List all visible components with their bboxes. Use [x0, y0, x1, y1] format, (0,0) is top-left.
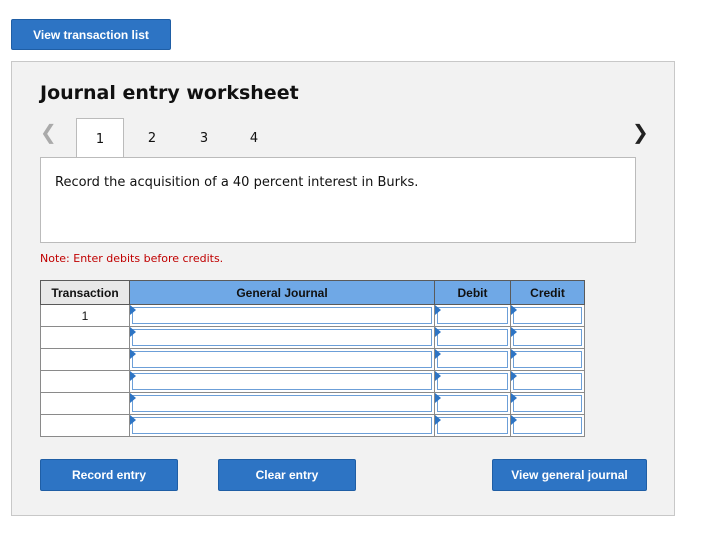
general-journal-input[interactable] [132, 395, 432, 412]
debit-input[interactable] [437, 329, 508, 346]
dropdown-marker-icon [511, 371, 517, 381]
debit-input[interactable] [437, 351, 508, 368]
entry-note: Note: Enter debits before credits. [40, 252, 224, 265]
table-row [40, 348, 585, 371]
credit-input[interactable] [513, 351, 582, 368]
general-journal-input-cell [129, 326, 435, 349]
general-journal-input-cell [129, 348, 435, 371]
prompt-text: Record the acquisition of a 40 percent i… [55, 175, 419, 190]
tab-4[interactable]: 4 [230, 118, 278, 158]
dropdown-marker-icon [130, 393, 136, 403]
dropdown-marker-icon [435, 415, 441, 425]
chevron-right-icon[interactable]: ❯ [632, 120, 649, 145]
view-general-journal-button[interactable]: View general journal [492, 459, 647, 491]
debit-input-cell [434, 392, 511, 415]
credit-input[interactable] [513, 373, 582, 390]
journal-table: Transaction General Journal Debit Credit… [40, 280, 585, 437]
tab-3[interactable]: 3 [180, 118, 228, 158]
transaction-cell [40, 326, 130, 349]
credit-input-cell [510, 392, 585, 415]
debit-input-cell [434, 348, 511, 371]
table-row [40, 414, 585, 437]
credit-input-cell [510, 370, 585, 393]
credit-input[interactable] [513, 307, 582, 324]
tab-1[interactable]: 1 [76, 118, 124, 159]
table-row [40, 326, 585, 349]
dropdown-marker-icon [130, 415, 136, 425]
credit-input[interactable] [513, 329, 582, 346]
dropdown-marker-icon [511, 349, 517, 359]
credit-input[interactable] [513, 417, 582, 434]
prompt-box: Record the acquisition of a 40 percent i… [40, 157, 636, 243]
worksheet-title: Journal entry worksheet [40, 82, 299, 104]
general-journal-input[interactable] [132, 307, 432, 324]
dropdown-marker-icon [511, 327, 517, 337]
dropdown-marker-icon [435, 393, 441, 403]
column-header-credit: Credit [510, 280, 585, 305]
debit-input[interactable] [437, 373, 508, 390]
credit-input-cell [510, 414, 585, 437]
dropdown-marker-icon [435, 327, 441, 337]
general-journal-input[interactable] [132, 373, 432, 390]
dropdown-marker-icon [130, 371, 136, 381]
chevron-left-icon[interactable]: ❮ [40, 120, 57, 145]
debit-input[interactable] [437, 307, 508, 324]
clear-entry-button[interactable]: Clear entry [218, 459, 356, 491]
general-journal-input-cell [129, 370, 435, 393]
debit-input-cell [434, 414, 511, 437]
general-journal-input[interactable] [132, 417, 432, 434]
credit-input-cell [510, 304, 585, 327]
debit-input[interactable] [437, 417, 508, 434]
dropdown-marker-icon [130, 349, 136, 359]
dropdown-marker-icon [511, 415, 517, 425]
table-row: 1 [40, 304, 585, 327]
dropdown-marker-icon [130, 327, 136, 337]
column-header-debit: Debit [434, 280, 511, 305]
column-header-transaction: Transaction [40, 280, 130, 305]
debit-input[interactable] [437, 395, 508, 412]
dropdown-marker-icon [130, 305, 136, 315]
transaction-cell [40, 414, 130, 437]
transaction-cell [40, 392, 130, 415]
table-row [40, 392, 585, 415]
view-transaction-list-button[interactable]: View transaction list [11, 19, 171, 50]
dropdown-marker-icon [511, 305, 517, 315]
tab-2[interactable]: 2 [128, 118, 176, 158]
credit-input-cell [510, 326, 585, 349]
transaction-number: 1 [81, 309, 89, 323]
table-row [40, 370, 585, 393]
record-entry-button[interactable]: Record entry [40, 459, 178, 491]
debit-input-cell [434, 326, 511, 349]
column-header-general-journal: General Journal [129, 280, 435, 305]
transaction-cell [40, 348, 130, 371]
credit-input[interactable] [513, 395, 582, 412]
credit-input-cell [510, 348, 585, 371]
debit-input-cell [434, 304, 511, 327]
transaction-cell [40, 370, 130, 393]
debit-input-cell [434, 370, 511, 393]
general-journal-input[interactable] [132, 351, 432, 368]
dropdown-marker-icon [435, 349, 441, 359]
transaction-cell: 1 [40, 304, 130, 327]
dropdown-marker-icon [435, 371, 441, 381]
general-journal-input-cell [129, 392, 435, 415]
dropdown-marker-icon [511, 393, 517, 403]
general-journal-input-cell [129, 414, 435, 437]
dropdown-marker-icon [435, 305, 441, 315]
general-journal-input[interactable] [132, 329, 432, 346]
general-journal-input-cell [129, 304, 435, 327]
journal-entry-worksheet-panel: Journal entry worksheet ❮ ❯ 1 2 3 4 Reco… [11, 61, 675, 516]
